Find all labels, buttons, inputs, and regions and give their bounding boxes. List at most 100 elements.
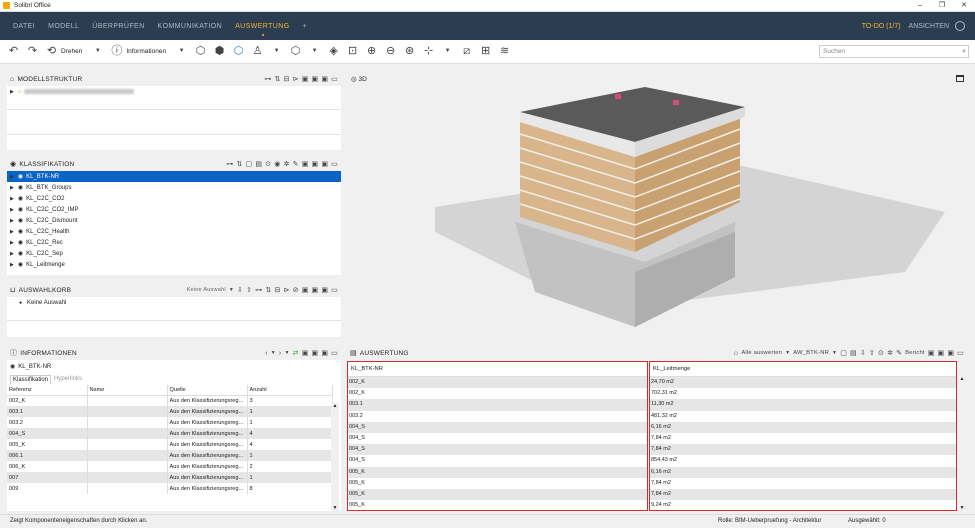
menu-auswertung[interactable]: AUSWERTUNG [235, 23, 289, 36]
ansichten-button[interactable]: ANSICHTEN [909, 23, 949, 30]
settings-icon[interactable] [955, 21, 965, 31]
gear-icon[interactable]: ✲ [887, 349, 893, 357]
reset-icon[interactable]: ⊘ [293, 286, 299, 294]
maximize-panel-icon[interactable]: ▭ [331, 349, 338, 357]
new-file-icon[interactable]: ▢ [245, 160, 252, 168]
table-row[interactable]: 003.2 Aus den Klassifizierungsreg... 1 [7, 417, 333, 428]
lock-icon[interactable]: ▣ [321, 75, 328, 83]
menu-datei[interactable]: DATEI [13, 23, 35, 30]
lock-icon[interactable]: ▣ [321, 160, 328, 168]
expand-arrow-icon[interactable]: ▶ [10, 89, 14, 95]
lock-icon[interactable]: ▣ [321, 286, 328, 294]
klassifikation-item[interactable]: ▶ ◉ KL_C2C_CO2_IMP [7, 204, 341, 215]
3d-view[interactable]: ◎ 3D [345, 72, 970, 344]
chevron-down-icon[interactable]: ▼ [308, 45, 321, 58]
expand-arrow-icon[interactable]: ▶ [10, 262, 14, 268]
info-scrollbar[interactable]: ▲ ▼ [331, 403, 339, 511]
lock-icon[interactable]: ▣ [312, 349, 319, 357]
upload-icon[interactable]: ⇧ [869, 349, 875, 357]
upload-icon[interactable]: ⇧ [246, 286, 252, 294]
menu-kommunikation[interactable]: KOMMUNIKATION [158, 23, 223, 30]
expand-arrow-icon[interactable]: ▶ [10, 196, 14, 202]
lock-icon[interactable]: ▣ [302, 349, 309, 357]
walk-icon[interactable]: ♙ [251, 45, 264, 58]
col-quelle[interactable]: Quelle [167, 385, 248, 395]
klassifikation-item[interactable]: ▶ ◉ KL_C2C_CO2 [7, 193, 341, 204]
maximize-panel-icon[interactable]: ▭ [957, 349, 964, 357]
list-item[interactable]: 005_K [348, 500, 647, 511]
table-row[interactable]: 004_S Aus den Klassifizierungsreg... 4 [7, 428, 333, 439]
maximize-panel-icon[interactable]: ▭ [331, 75, 338, 83]
klassifikation-item[interactable]: ▶ ◉ KL_BTK_Groups [7, 182, 341, 193]
selection-dropdown[interactable]: Keine Auswahl [187, 287, 226, 293]
zoom-in-icon[interactable]: ⊕ [365, 45, 378, 58]
map-icon[interactable]: ⊞ [479, 45, 492, 58]
expand-arrow-icon[interactable]: ▶ [10, 207, 14, 213]
auswertung-dropdown[interactable]: AW_BTK-NR [793, 350, 829, 356]
undo-icon[interactable]: ↶ [7, 45, 20, 58]
download-icon[interactable]: ⇩ [860, 349, 866, 357]
forward-icon[interactable]: › [279, 350, 282, 357]
table-row[interactable]: 006.1 Aus den Klassifizierungsreg... 1 [7, 450, 333, 461]
layers-icon[interactable]: ≋ [498, 45, 511, 58]
info-icon[interactable]: ⓘ [110, 45, 123, 58]
components-icon[interactable]: ⬡ [194, 45, 207, 58]
chevron-down-icon[interactable]: ▼ [175, 45, 188, 58]
list-item[interactable]: 6,16 m2 [650, 421, 956, 433]
menu-modell[interactable]: MODELL [48, 23, 79, 30]
expand-arrow-icon[interactable]: ▶ [10, 185, 14, 191]
add-tab-button[interactable]: + [303, 23, 308, 30]
lock-icon[interactable]: ▣ [321, 349, 328, 357]
klassifikation-item[interactable]: ▶ ◉ KL_Leitmenge [7, 259, 341, 270]
edit-icon[interactable]: ✎ [293, 160, 299, 168]
scroll-up-icon[interactable]: ▲ [958, 376, 966, 382]
redo-icon[interactable]: ↷ [26, 45, 39, 58]
folder-icon[interactable]: ▤ [255, 160, 262, 168]
list-item[interactable]: 11,30 m2 [650, 399, 956, 411]
lock-icon[interactable]: ▣ [302, 286, 309, 294]
menu-ueberpruefen[interactable]: ÜBERPRÜFEN [92, 23, 144, 30]
list-item[interactable]: 854,43 m2 [650, 455, 956, 466]
chevron-down-icon[interactable]: ▼ [832, 350, 837, 356]
chevron-down-icon[interactable]: ▼ [441, 45, 454, 58]
bericht-button[interactable]: Bericht [905, 350, 924, 356]
building-model[interactable] [345, 72, 970, 344]
list-item[interactable]: 7,84 m2 [650, 433, 956, 444]
lock-icon[interactable]: ▣ [928, 349, 935, 357]
expand-arrow-icon[interactable]: ▶ [10, 251, 14, 257]
cube-blue-icon[interactable]: ⬡ [232, 45, 245, 58]
klassifikation-item[interactable]: ▶ ◉ KL_BTK-NR [7, 171, 341, 182]
lock-icon[interactable]: ▣ [312, 286, 319, 294]
list-item[interactable]: 7,84 m2 [650, 488, 956, 501]
sync-icon[interactable]: ⇄ [293, 349, 299, 357]
chevron-down-icon[interactable]: ▼ [270, 45, 283, 58]
alle-auswerten-button[interactable]: Alle auswerten [741, 350, 782, 356]
table-row[interactable]: 002_K Aus den Klassifizierungsreg... 3 [7, 395, 333, 406]
auswahl-item[interactable]: ● Keine Auswahl [7, 297, 341, 308]
filter-icon[interactable]: ⊳ [284, 286, 290, 294]
lock-icon[interactable]: ▣ [312, 75, 319, 83]
list-item[interactable]: 005_K [348, 478, 647, 489]
lock-icon[interactable]: ▣ [312, 160, 319, 168]
sort-icon[interactable]: ⇅ [265, 286, 271, 294]
zoom-area-icon[interactable]: ⊛ [403, 45, 416, 58]
filter-icon[interactable]: ⊳ [293, 75, 299, 83]
chevron-down-icon[interactable]: ▼ [229, 287, 234, 293]
new-file-icon[interactable]: ▢ [840, 349, 847, 357]
list-item[interactable]: 003.2 [348, 411, 647, 422]
lock-icon[interactable]: ▣ [302, 160, 309, 168]
expand-arrow-icon[interactable]: ▶ [10, 174, 14, 180]
tree-icon[interactable]: ⊟ [284, 75, 290, 83]
table-row[interactable]: 005_K Aus den Klassifizierungsreg... 4 [7, 439, 333, 450]
list-item[interactable]: 002_K [348, 377, 647, 389]
drehen-button[interactable]: Drehen [61, 48, 82, 55]
zoom-fit-icon[interactable]: ⊡ [346, 45, 359, 58]
rotate-icon[interactable]: ⟲ [45, 45, 58, 58]
col-header-btk[interactable]: KL_BTK-NR [348, 362, 647, 377]
tree-icon[interactable]: ⊟ [274, 286, 280, 294]
folder-icon[interactable]: ▤ [850, 349, 857, 357]
box-view-icon[interactable]: ⬡ [289, 45, 302, 58]
section-icon[interactable]: ⧄ [460, 45, 473, 58]
scroll-down-icon[interactable]: ▼ [958, 505, 966, 511]
table-row[interactable]: 007 Aus den Klassifizierungsreg... 1 [7, 472, 333, 483]
